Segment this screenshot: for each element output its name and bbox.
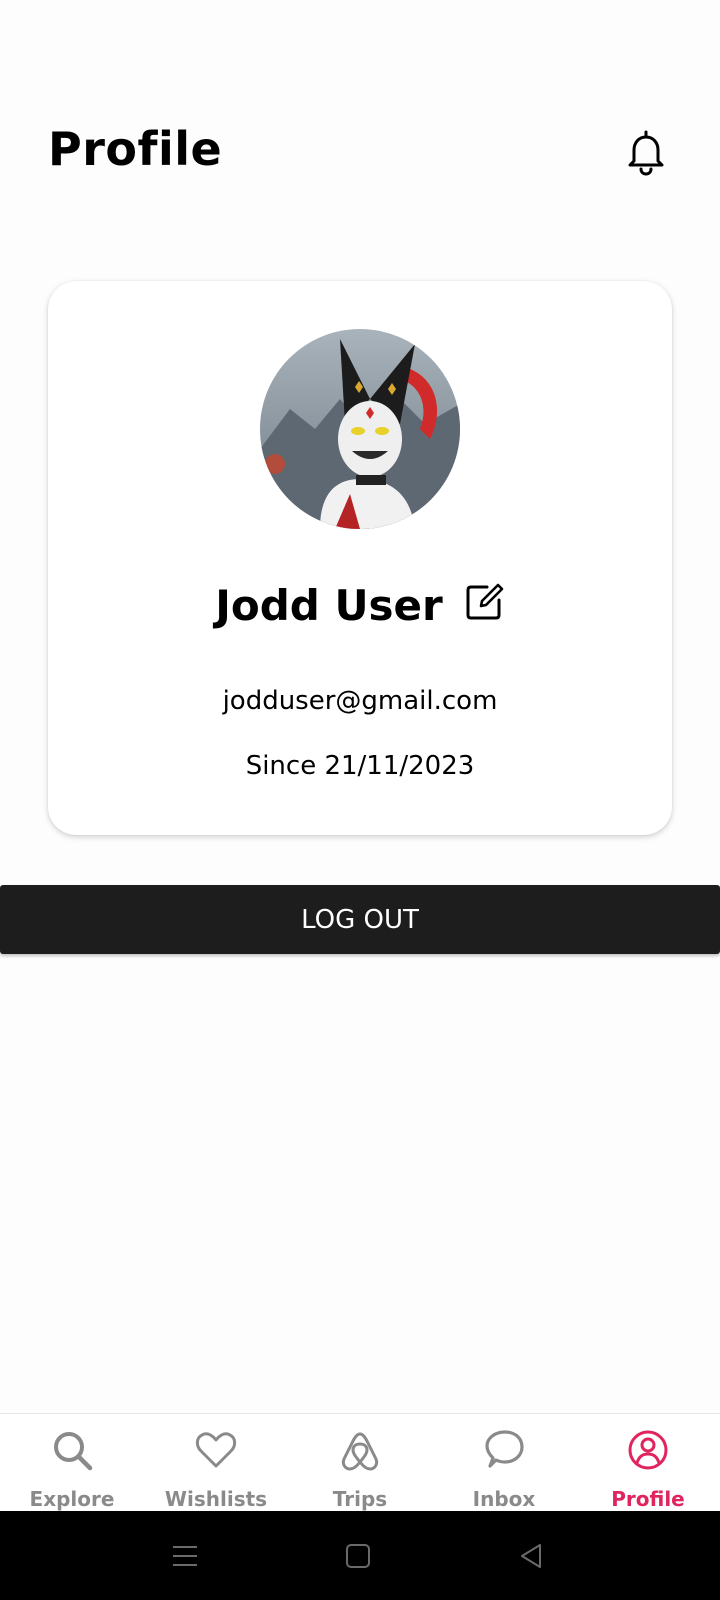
menu-icon[interactable]: [170, 1541, 200, 1571]
bell-icon[interactable]: [620, 126, 672, 178]
user-circle-icon: [628, 1430, 668, 1470]
edit-icon[interactable]: [463, 581, 505, 623]
airbnb-logo-icon: [341, 1432, 379, 1471]
heart-icon: [195, 1432, 237, 1468]
profile-name-row: Jodd User: [48, 581, 672, 630]
chat-bubble-icon: [485, 1430, 524, 1468]
page-title: Profile: [48, 122, 223, 176]
tab-profile[interactable]: Profile: [576, 1414, 720, 1512]
profile-name: Jodd User: [215, 581, 443, 630]
back-triangle-icon[interactable]: [516, 1541, 546, 1571]
avatar[interactable]: [260, 329, 460, 529]
tab-trips[interactable]: Trips: [288, 1414, 432, 1512]
search-icon: [54, 1432, 93, 1471]
tab-label-explore: Explore: [29, 1487, 115, 1511]
tab-wishlists[interactable]: Wishlists: [144, 1414, 288, 1512]
logout-button[interactable]: LOG OUT: [0, 885, 720, 954]
member-since: Since 21/11/2023: [245, 751, 475, 781]
tab-label-profile: Profile: [611, 1487, 685, 1511]
profile-email: jodduser@gmail.com: [222, 686, 498, 716]
profile-card: Jodd User jodduser@gmail.com Since 21/11…: [48, 281, 672, 835]
tab-label-trips: Trips: [332, 1487, 388, 1511]
system-navigation-bar: [0, 1511, 720, 1600]
tab-explore[interactable]: Explore: [0, 1414, 144, 1512]
tab-label-wishlists: Wishlists: [164, 1487, 268, 1511]
home-square-icon[interactable]: [343, 1541, 373, 1571]
bottom-tab-bar: Explore Wishlists Trips Inbox Profile: [0, 1413, 720, 1512]
tab-label-inbox: Inbox: [472, 1487, 536, 1511]
tab-inbox[interactable]: Inbox: [432, 1414, 576, 1512]
